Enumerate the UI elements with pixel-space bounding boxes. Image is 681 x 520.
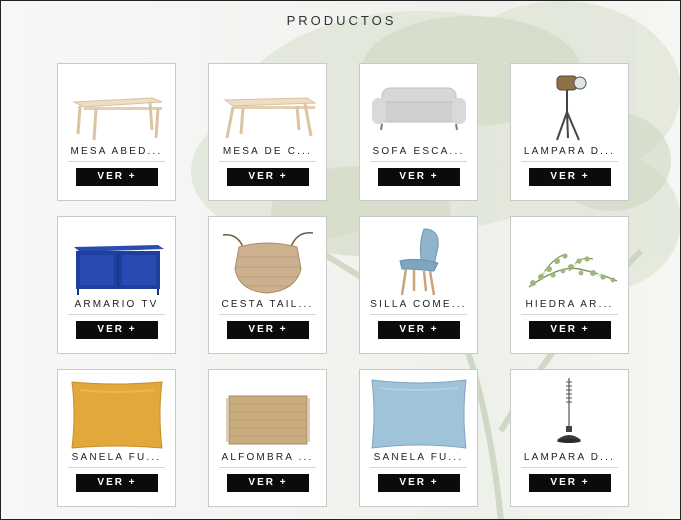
product-card[interactable]: LÁMPARA D... VER + <box>510 369 629 507</box>
divider <box>68 161 165 162</box>
product-name: SOFÁ ESCA... <box>372 146 465 157</box>
product-name: SANELA FU... <box>373 452 464 463</box>
product-card[interactable]: ALFOMBRA ... VER + <box>208 369 327 507</box>
product-name: SILLA COME... <box>370 299 467 310</box>
product-card[interactable]: HIEDRA AR... VER + <box>510 216 629 354</box>
product-name: HIEDRA AR... <box>525 299 614 310</box>
table-icon <box>66 72 167 144</box>
product-card[interactable]: CESTA TAIL... VER + <box>208 216 327 354</box>
divider <box>219 467 316 468</box>
view-button[interactable]: VER + <box>227 321 309 339</box>
view-button[interactable]: VER + <box>227 474 309 492</box>
product-grid: MESA ABED... VER + MESA DE C... VER + SO… <box>57 63 629 507</box>
divider <box>370 161 467 162</box>
blue-cushion-icon <box>368 378 469 450</box>
product-name: MESA DE C... <box>222 146 313 157</box>
view-button[interactable]: VER + <box>529 321 611 339</box>
divider <box>68 314 165 315</box>
ivy-plant-icon <box>519 225 620 297</box>
product-name: LÁMPARA D... <box>523 452 616 463</box>
product-name: LÁMPARA D... <box>523 146 616 157</box>
product-name: CESTA TAIL... <box>221 299 314 310</box>
page-title: PRODUCTOS <box>286 13 397 28</box>
product-name: ALFOMBRA ... <box>221 452 314 463</box>
product-card[interactable]: SANELA FU... VER + <box>359 369 478 507</box>
page-frame: PRODUCTOS MESA ABED... VER + MESA DE C..… <box>0 0 681 520</box>
sofa-icon <box>368 72 469 144</box>
product-name: ARMARIO TV <box>74 299 159 310</box>
divider <box>219 161 316 162</box>
divider <box>521 314 618 315</box>
yellow-cushion-icon <box>66 378 167 450</box>
product-card[interactable]: MESA ABED... VER + <box>57 63 176 201</box>
spotlight-lamp-icon <box>519 72 620 144</box>
product-card[interactable]: ARMARIO TV VER + <box>57 216 176 354</box>
view-button[interactable]: VER + <box>378 168 460 186</box>
view-button[interactable]: VER + <box>76 474 158 492</box>
rug-icon <box>217 378 318 450</box>
product-card[interactable]: SOFÁ ESCA... VER + <box>359 63 478 201</box>
basket-icon <box>217 225 318 297</box>
divider <box>68 467 165 468</box>
product-name: MESA ABED... <box>70 146 163 157</box>
pendant-lamp-icon <box>519 378 620 450</box>
view-button[interactable]: VER + <box>529 168 611 186</box>
view-button[interactable]: VER + <box>76 321 158 339</box>
product-card[interactable]: SILLA COME... VER + <box>359 216 478 354</box>
divider <box>521 161 618 162</box>
product-card[interactable]: SANELA FU... VER + <box>57 369 176 507</box>
view-button[interactable]: VER + <box>76 168 158 186</box>
divider <box>370 314 467 315</box>
divider <box>521 467 618 468</box>
divider <box>370 467 467 468</box>
view-button[interactable]: VER + <box>529 474 611 492</box>
product-card[interactable]: LÁMPARA D... VER + <box>510 63 629 201</box>
bench-table-icon <box>217 72 318 144</box>
view-button[interactable]: VER + <box>378 321 460 339</box>
view-button[interactable]: VER + <box>378 474 460 492</box>
divider <box>219 314 316 315</box>
product-name: SANELA FU... <box>71 452 162 463</box>
product-card[interactable]: MESA DE C... VER + <box>208 63 327 201</box>
chair-icon <box>368 225 469 297</box>
tv-cabinet-icon <box>66 225 167 297</box>
view-button[interactable]: VER + <box>227 168 309 186</box>
